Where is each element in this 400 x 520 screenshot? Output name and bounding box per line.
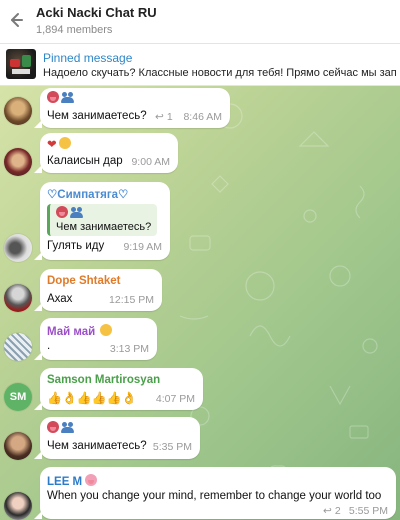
reply-quote[interactable]: Чем занимаетесь?	[47, 204, 157, 236]
avatar[interactable]: SM	[4, 383, 32, 411]
people-emoji-icon	[70, 207, 84, 218]
pinned-thumbnail	[6, 49, 36, 79]
pinned-message-bar[interactable]: Pinned message Надоело скучать? Классные…	[0, 44, 400, 86]
lungs-emoji-icon	[56, 206, 68, 218]
message-reactions	[47, 91, 75, 105]
reply-count[interactable]: ↩ 1	[155, 111, 173, 123]
avatar[interactable]	[4, 234, 32, 262]
reply-arrow-icon: ↩	[323, 505, 332, 517]
message-text: Ахах	[47, 293, 73, 305]
pinned-text: Надоело скучать? Классные новости для те…	[43, 67, 397, 79]
message-bubble[interactable]: ❤ Калаисын дар 9:00 AM	[34, 133, 178, 173]
pig-emoji-icon	[85, 474, 98, 486]
sender-name[interactable]: Май май	[47, 324, 113, 338]
sender-name[interactable]: LEE M	[47, 474, 98, 488]
message-text: When you change your mind, remember to c…	[47, 490, 382, 502]
message-text: Чем занимаетесь?	[47, 440, 147, 452]
message-bubble[interactable]: Dope Shtaket Ахах 12:15 PM	[34, 269, 162, 311]
member-count: 1,894 members	[36, 24, 113, 36]
message-time: 9:00 AM	[131, 156, 170, 168]
message-reactions	[47, 421, 75, 435]
message-text: Гулять иду	[47, 240, 105, 252]
sender-name[interactable]: ♡Симпатяга♡	[47, 187, 128, 201]
message-text: .	[47, 340, 51, 352]
reply-arrow-icon: ↩	[155, 111, 164, 123]
sender-name[interactable]: Dope Shtaket	[47, 275, 121, 287]
message-time: 12:15 PM	[109, 294, 154, 306]
avatar[interactable]	[4, 97, 32, 125]
message-time: 9:19 AM	[123, 241, 162, 253]
avatar[interactable]	[4, 492, 32, 520]
avatar[interactable]	[4, 148, 32, 176]
lungs-emoji-icon	[47, 421, 59, 433]
message-bubble[interactable]: Май май . 3:13 PM	[34, 318, 157, 360]
message-time: 8:46 AM	[183, 111, 222, 123]
message-text: Калаисын дар	[47, 155, 123, 167]
message-bubble[interactable]: LEE M When you change your mind, remembe…	[34, 467, 396, 519]
face-emoji-icon	[58, 137, 71, 149]
back-arrow-icon[interactable]	[6, 11, 24, 29]
message-reactions: ❤	[47, 137, 71, 151]
message-text: 👍👌👍👍👍👌	[47, 391, 137, 405]
chat-title[interactable]: Acki Nacki Chat RU	[36, 5, 157, 20]
message-bubble[interactable]: Samson Martirosyan 👍👌👍👍👍👌 4:07 PM	[34, 368, 203, 410]
reply-count[interactable]: ↩ 2	[323, 505, 341, 517]
sender-name[interactable]: Samson Martirosyan	[47, 374, 160, 386]
message-text: Чем занимаетесь?	[47, 110, 147, 122]
chat-header: Acki Nacki Chat RU 1,894 members	[0, 0, 400, 44]
people-emoji-icon	[61, 92, 75, 103]
pinned-title: Pinned message	[43, 51, 133, 65]
heart-emoji-icon: ❤	[47, 139, 57, 151]
message-bubble[interactable]: Чем занимаетесь? 5:35 PM	[34, 417, 200, 459]
message-time: 4:07 PM	[155, 393, 195, 405]
avatar[interactable]	[4, 284, 32, 312]
smile-emoji-icon	[100, 324, 113, 336]
avatar[interactable]	[4, 333, 32, 361]
quote-text: Чем занимаетесь?	[56, 221, 152, 233]
message-time: 3:13 PM	[109, 343, 149, 355]
message-bubble[interactable]: Чем занимаетесь? ↩ 1 8:46 AM	[34, 88, 230, 128]
avatar[interactable]	[4, 432, 32, 460]
message-time: 5:55 PM	[348, 505, 388, 517]
message-bubble[interactable]: ♡Симпатяга♡ Чем занимаетесь? Гулять иду …	[34, 182, 170, 260]
lungs-emoji-icon	[47, 91, 59, 103]
message-time: 5:35 PM	[152, 441, 192, 453]
people-emoji-icon	[61, 422, 75, 433]
chat-area[interactable]: Чем занимаетесь? ↩ 1 8:46 AM ❤ Калаисын д…	[0, 86, 400, 520]
